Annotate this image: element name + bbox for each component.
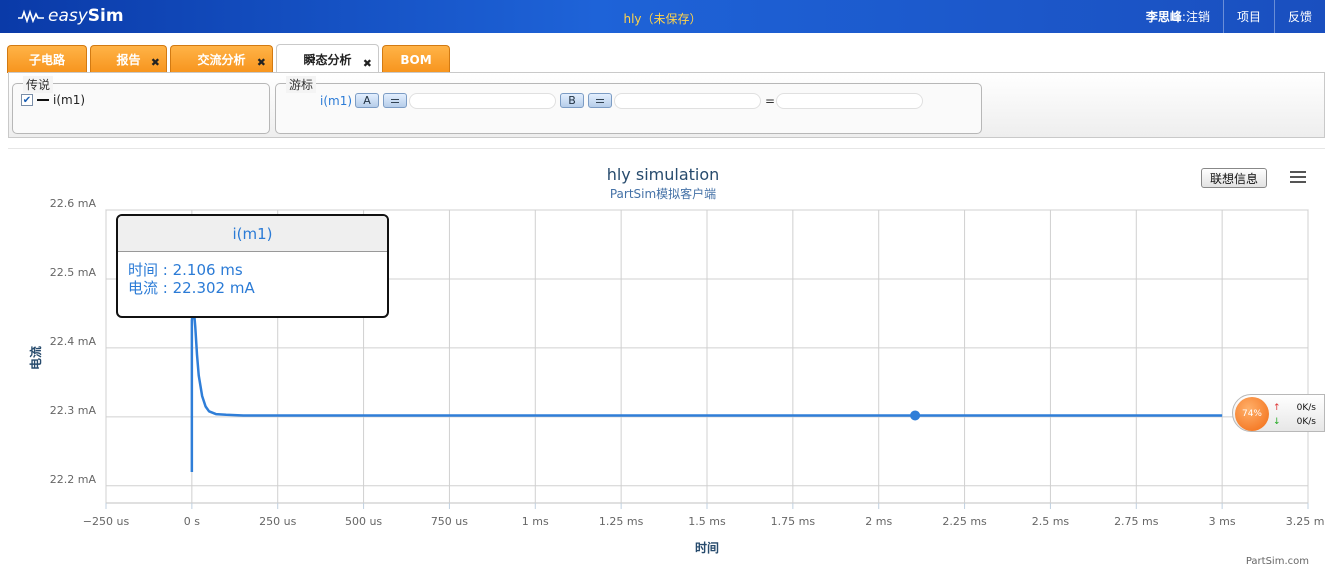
tooltip-current: 电流 : 22.302 mA: [128, 279, 255, 297]
x-tick-label: 2.5 ms: [1032, 515, 1070, 528]
x-tick-label: 0 s: [184, 515, 200, 528]
tooltip-time: 时间 : 2.106 ms: [128, 261, 243, 279]
network-speed-widget[interactable]: 74% ↑ ↓ 0K/s 0K/s: [1232, 394, 1325, 432]
x-tick-label: 2 ms: [865, 515, 892, 528]
download-arrow-icon: ↓: [1273, 417, 1281, 427]
x-tick-label: 250 us: [259, 515, 296, 528]
y-axis-title: 电流: [28, 346, 43, 370]
chart-tooltip: i(m1) 时间 : 2.106 ms 电流 : 22.302 mA: [116, 214, 389, 318]
hover-point-marker[interactable]: [910, 410, 921, 421]
x-tick-label: 1 ms: [522, 515, 549, 528]
upload-rate: 0K/s: [1296, 403, 1316, 413]
x-tick-label: 1.25 ms: [599, 515, 644, 528]
x-tick-label: 500 us: [345, 515, 382, 528]
x-tick-label: 3.25 ms: [1286, 515, 1325, 528]
x-tick-label: 2.25 ms: [942, 515, 987, 528]
y-tick-label: 22.2 mA: [50, 473, 97, 486]
usage-percent: 74%: [1235, 397, 1269, 431]
y-tick-label: 22.3 mA: [50, 404, 97, 417]
y-tick-label: 22.4 mA: [50, 335, 97, 348]
x-tick-label: 2.75 ms: [1114, 515, 1159, 528]
y-tick-label: 22.6 mA: [50, 197, 97, 210]
x-tick-label: 1.5 ms: [688, 515, 726, 528]
x-axis-title: 时间: [695, 540, 719, 555]
tooltip-series: i(m1): [118, 216, 387, 252]
x-tick-label: 1.75 ms: [771, 515, 816, 528]
x-tick-label: 3 ms: [1209, 515, 1236, 528]
x-tick-label: 750 us: [431, 515, 468, 528]
download-rate: 0K/s: [1296, 417, 1316, 427]
x-tick-label: −250 us: [83, 515, 130, 528]
y-tick-label: 22.5 mA: [50, 266, 97, 279]
upload-arrow-icon: ↑: [1273, 403, 1281, 413]
